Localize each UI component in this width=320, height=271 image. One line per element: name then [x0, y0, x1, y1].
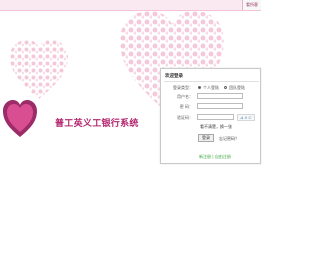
- captcha-input[interactable]: [197, 114, 234, 120]
- password-label: 密 码：: [179, 104, 193, 109]
- forgot-password-link[interactable]: 忘记密码？: [219, 136, 239, 142]
- personal-login-label: 个人登陆: [203, 85, 219, 90]
- login-panel: 欢迎登录 登录类型： 个人登陆 团队登陆 用户名： 密 码： 验证码： A 0 …: [160, 68, 261, 164]
- username-label: 用户名：: [177, 94, 193, 99]
- password-input[interactable]: [197, 103, 243, 109]
- top-bar: 看所客: [0, 0, 261, 11]
- group-login-radio[interactable]: [224, 86, 227, 89]
- register-links[interactable]: 新注册 | 自由注册: [199, 154, 231, 160]
- logo-text: 普工宝: [8, 23, 27, 30]
- login-type-label: 登录类型：: [173, 85, 193, 90]
- brand-logo: [3, 100, 37, 137]
- top-link[interactable]: 看所客: [242, 0, 261, 10]
- login-button[interactable]: 登录: [198, 134, 214, 142]
- group-login-label: 团队登陆: [229, 85, 245, 90]
- captcha-image[interactable]: A 0 C: [237, 114, 255, 121]
- username-input[interactable]: [197, 93, 243, 99]
- brand-title: 普工英义工银行系统: [55, 119, 139, 129]
- login-title: 欢迎登录: [165, 74, 183, 79]
- captcha-label: 验证码：: [177, 115, 193, 120]
- captcha-refresh-link[interactable]: 看不清楚，换一张: [200, 124, 232, 130]
- personal-login-radio[interactable]: [198, 86, 201, 89]
- login-divider: [164, 81, 259, 82]
- small-heart-decoration: [10, 40, 68, 99]
